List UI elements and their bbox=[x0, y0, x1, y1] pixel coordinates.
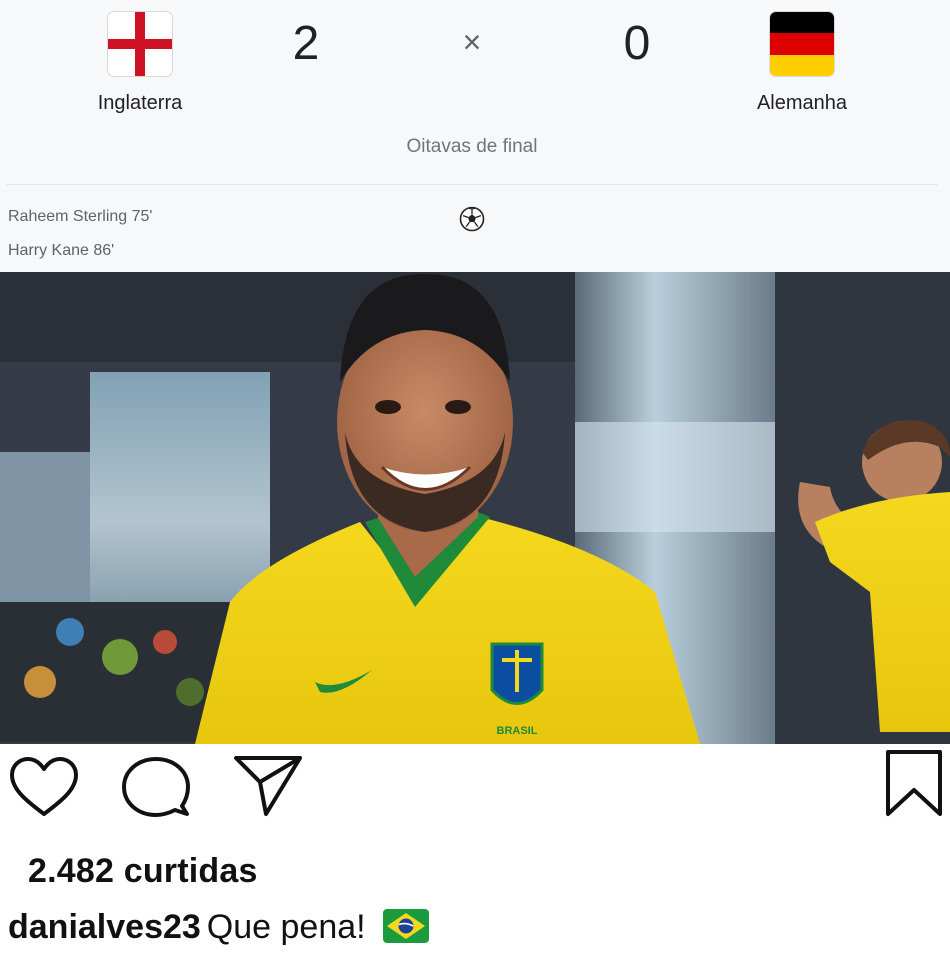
caption-username[interactable]: danialves23 bbox=[8, 908, 201, 946]
home-team-name[interactable]: Inglaterra bbox=[40, 92, 240, 115]
versus-separator: × bbox=[462, 24, 482, 60]
brazil-flag-emoji bbox=[383, 909, 430, 944]
share-icon[interactable] bbox=[232, 752, 304, 818]
match-stage: Oitavas de final bbox=[406, 136, 538, 157]
match-scorecard: 2 × 0 Inglaterra Alemanha Oitavas de fin… bbox=[0, 0, 950, 272]
away-team-name[interactable]: Alemanha bbox=[702, 92, 902, 115]
caption-text: Que pena! bbox=[206, 908, 366, 946]
divider bbox=[6, 184, 938, 185]
home-score: 2 bbox=[292, 17, 320, 70]
goal-scorer: Harry Kane 86' bbox=[8, 242, 115, 259]
goal-scorer: Raheem Sterling 75' bbox=[8, 208, 153, 225]
like-heart-icon[interactable] bbox=[8, 756, 80, 820]
post-caption: danialves23 Que pena! bbox=[8, 908, 430, 947]
germany-flag-icon bbox=[770, 12, 834, 76]
england-flag-icon bbox=[108, 12, 172, 76]
like-count[interactable]: 2.482 curtidas bbox=[28, 852, 258, 891]
bookmark-icon[interactable] bbox=[880, 748, 948, 818]
soccer-ball-icon bbox=[459, 206, 485, 232]
away-score: 0 bbox=[623, 17, 651, 70]
post-photo[interactable]: BRASIL bbox=[0, 272, 950, 744]
svg-text:BRASIL: BRASIL bbox=[497, 725, 538, 737]
comment-icon[interactable] bbox=[120, 754, 192, 822]
